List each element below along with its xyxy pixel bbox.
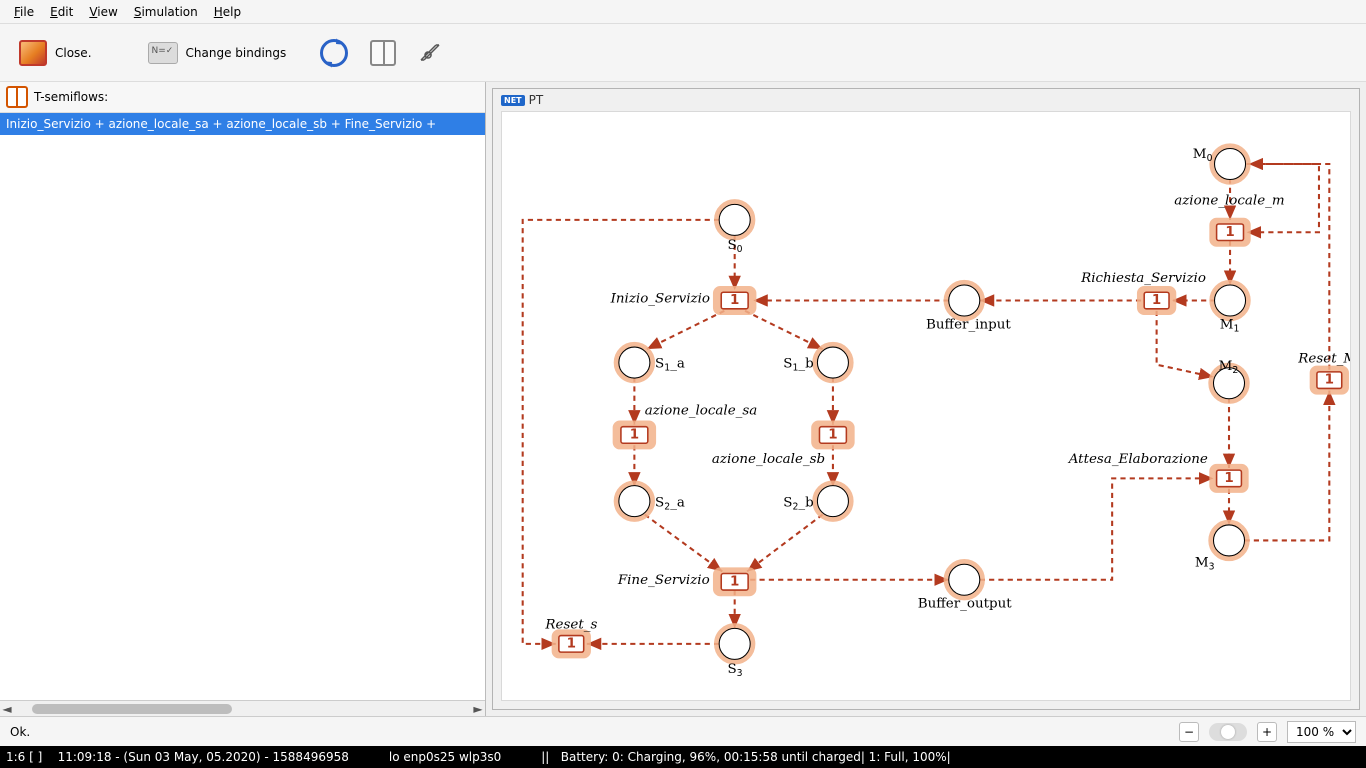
book-icon	[370, 40, 396, 66]
svg-text:1: 1	[567, 636, 576, 651]
refresh-ring-button[interactable]	[311, 32, 357, 74]
semiflows-panel: T-semiflows: Inizio_Servizio + azione_lo…	[0, 82, 486, 716]
zoom-select[interactable]: 100 %	[1287, 721, 1356, 743]
caliper-icon	[418, 40, 444, 66]
zoom-out-button[interactable]: −	[1179, 722, 1199, 742]
net-badge: NET	[501, 95, 525, 106]
svg-text:azione_locale_sb: azione_locale_sb	[712, 452, 825, 467]
svg-text:S3: S3	[727, 662, 742, 679]
semiflows-title: T-semiflows:	[34, 90, 108, 104]
semiflows-icon	[6, 86, 28, 108]
close-label: Close.	[55, 46, 92, 60]
svg-text:S0: S0	[727, 238, 742, 255]
statusbar: Ok. − + 100 %	[0, 716, 1366, 746]
menu-view[interactable]: View	[81, 2, 125, 22]
scroll-thumb[interactable]	[32, 704, 232, 714]
toolbar: Close. Change bindings	[0, 24, 1366, 82]
sysbar-left: 1:6 [ ] 11:09:18 - (Sun 03 May, 05.2020)…	[6, 750, 349, 764]
svg-text:M2: M2	[1219, 359, 1239, 376]
svg-text:1: 1	[828, 427, 837, 442]
svg-text:Buffer_input: Buffer_input	[926, 317, 1011, 332]
change-bindings-button[interactable]: Change bindings	[139, 35, 296, 71]
canvas-header: NET PT	[501, 93, 543, 107]
svg-text:S1_a: S1_a	[655, 357, 685, 374]
svg-text:1: 1	[730, 574, 739, 589]
zoom-in-button[interactable]: +	[1257, 722, 1277, 742]
menu-help[interactable]: Help	[206, 2, 249, 22]
system-bar: 1:6 [ ] 11:09:18 - (Sun 03 May, 05.2020)…	[0, 746, 1366, 768]
petri-net-canvas[interactable]: S0 S1_a S1_b S2_a S2_b S3	[501, 111, 1351, 701]
svg-text:Fine_Servizio: Fine_Servizio	[617, 573, 710, 588]
svg-text:S1_b: S1_b	[783, 357, 813, 374]
svg-text:S2_a: S2_a	[655, 495, 685, 512]
svg-text:Reset_M: Reset_M	[1297, 352, 1350, 367]
svg-text:M3: M3	[1195, 555, 1215, 572]
main-area: T-semiflows: Inizio_Servizio + azione_lo…	[0, 82, 1366, 716]
status-message: Ok.	[10, 725, 1169, 739]
semiflows-list[interactable]: Inizio_Servizio + azione_locale_sa + azi…	[0, 113, 485, 700]
svg-text:1: 1	[1225, 225, 1234, 240]
bindings-label: Change bindings	[186, 46, 287, 60]
menubar: File Edit View Simulation Help	[0, 0, 1366, 24]
canvas-pane: NET PT	[486, 82, 1366, 716]
sysbar-mid: lo enp0s25 wlp3s0	[389, 750, 501, 764]
horizontal-scrollbar[interactable]: ◄ ►	[0, 700, 485, 716]
canvas-frame: NET PT	[492, 88, 1360, 710]
bindings-icon	[148, 42, 178, 64]
close-icon	[19, 40, 47, 66]
svg-text:1: 1	[1152, 293, 1161, 308]
svg-text:azione_locale_m: azione_locale_m	[1174, 193, 1284, 208]
book-button[interactable]	[361, 33, 405, 73]
svg-text:Inizio_Servizio: Inizio_Servizio	[610, 292, 710, 307]
sysbar-right: || Battery: 0: Charging, 96%, 00:15:58 u…	[541, 750, 950, 764]
svg-text:1: 1	[730, 293, 739, 308]
canvas-title: PT	[529, 93, 544, 107]
svg-text:1: 1	[1224, 471, 1233, 486]
menu-edit[interactable]: Edit	[42, 2, 81, 22]
list-item[interactable]: Inizio_Servizio + azione_locale_sa + azi…	[0, 113, 485, 135]
scroll-right-icon[interactable]: ►	[471, 702, 485, 716]
svg-text:Buffer_output: Buffer_output	[918, 597, 1013, 612]
svg-text:Richiesta_Servizio: Richiesta_Servizio	[1080, 271, 1206, 286]
svg-text:M0: M0	[1193, 147, 1213, 164]
svg-text:1: 1	[1325, 373, 1334, 388]
svg-text:Attesa_Elaborazione: Attesa_Elaborazione	[1067, 452, 1208, 467]
close-button[interactable]: Close.	[10, 33, 101, 73]
svg-text:S2_b: S2_b	[783, 495, 813, 512]
zoom-toggle[interactable]	[1209, 723, 1247, 741]
svg-text:azione_locale_sa: azione_locale_sa	[645, 403, 758, 418]
menu-file[interactable]: File	[6, 2, 42, 22]
measure-button[interactable]	[409, 33, 453, 73]
semiflows-header: T-semiflows:	[0, 82, 485, 113]
menu-simulation[interactable]: Simulation	[126, 2, 206, 22]
svg-text:1: 1	[630, 427, 639, 442]
petri-net-svg[interactable]: S0 S1_a S1_b S2_a S2_b S3	[502, 112, 1350, 700]
refresh-icon	[320, 39, 348, 67]
svg-text:Reset_s: Reset_s	[544, 617, 597, 632]
scroll-left-icon[interactable]: ◄	[0, 702, 14, 716]
